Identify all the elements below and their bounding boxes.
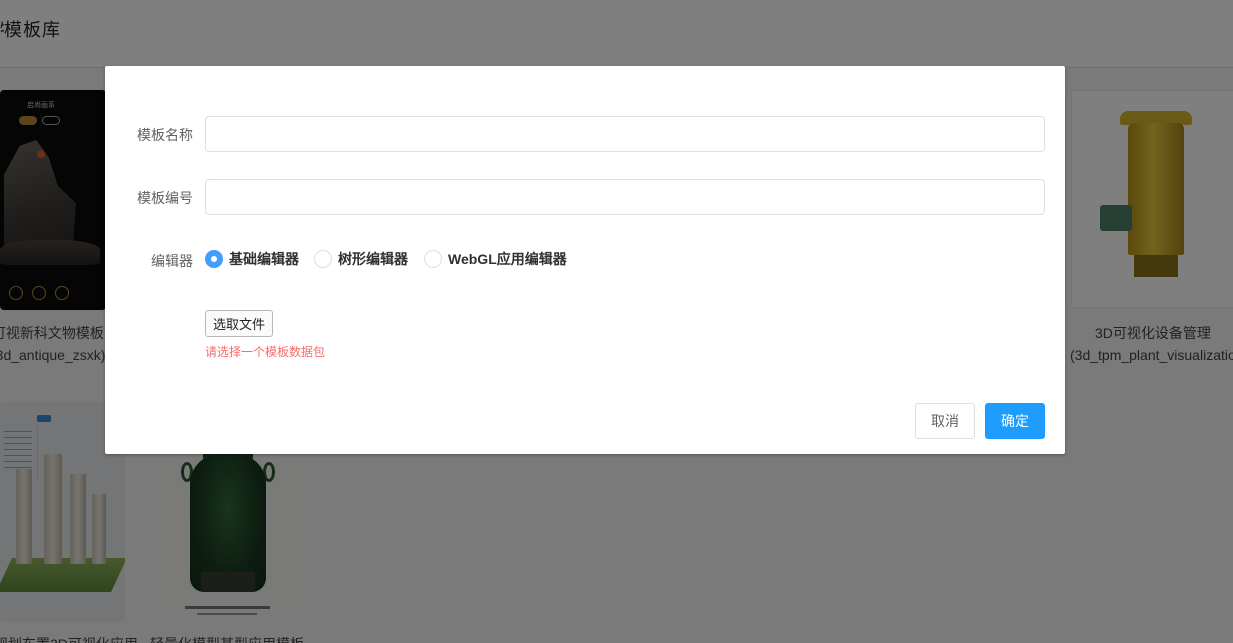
- select-file-button[interactable]: 选取文件: [205, 310, 273, 337]
- file-hint-text: 请选择一个模板数据包: [205, 345, 326, 359]
- create-template-dialog: 模板名称 模板编号 编辑器 基础编辑器 树形编辑器 WebGL应用编辑器 选取文…: [105, 66, 1065, 454]
- template-name-input[interactable]: [205, 116, 1045, 152]
- radio-circle: [314, 250, 332, 268]
- radio-label: 树形编辑器: [338, 251, 408, 267]
- radio-basic-editor[interactable]: 基础编辑器: [205, 249, 299, 269]
- template-code-label: 模板编号: [137, 190, 193, 206]
- confirm-button[interactable]: 确定: [985, 403, 1045, 439]
- template-name-label: 模板名称: [137, 127, 193, 143]
- radio-circle-checked: [205, 250, 223, 268]
- radio-webgl-editor[interactable]: WebGL应用编辑器: [424, 249, 567, 269]
- radio-circle: [424, 250, 442, 268]
- cancel-button[interactable]: 取消: [915, 403, 975, 439]
- radio-tree-editor[interactable]: 树形编辑器: [314, 249, 408, 269]
- editor-label: 编辑器: [151, 253, 193, 269]
- template-code-input[interactable]: [205, 179, 1045, 215]
- radio-label: 基础编辑器: [229, 251, 299, 267]
- radio-label: WebGL应用编辑器: [448, 251, 567, 267]
